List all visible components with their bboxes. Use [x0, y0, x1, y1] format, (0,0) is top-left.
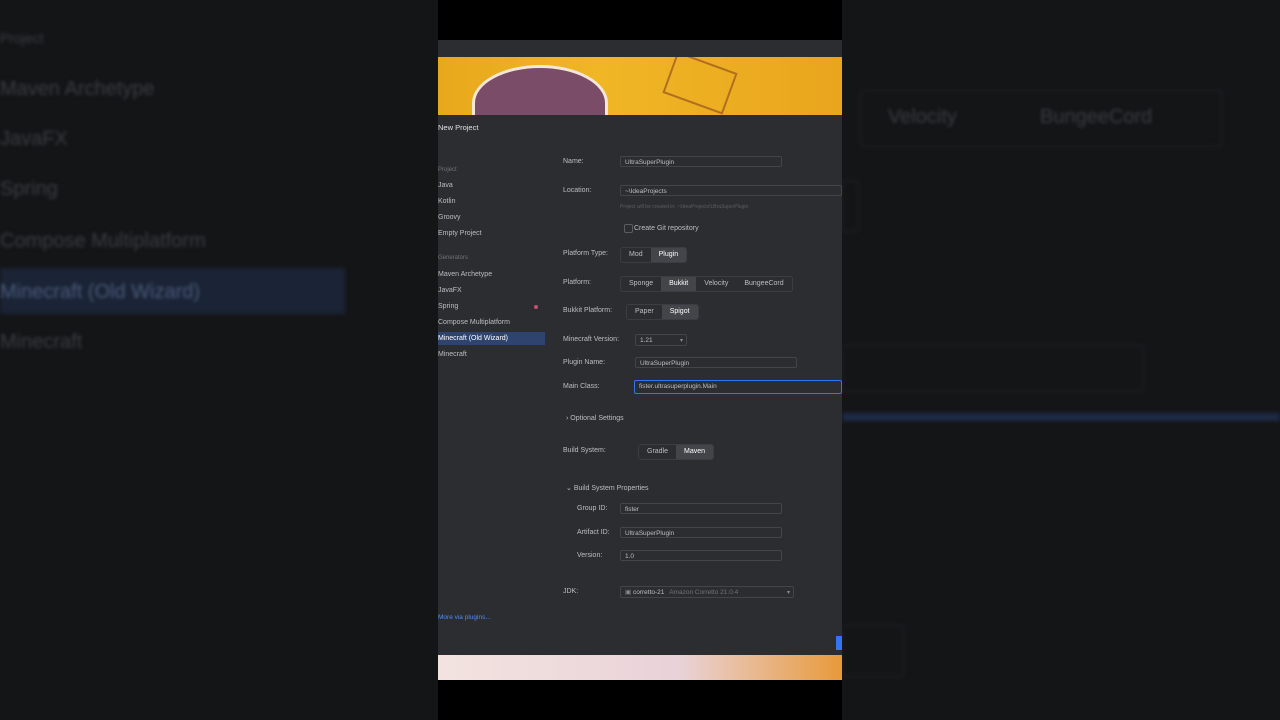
platform-velocity[interactable]: Velocity — [696, 277, 736, 291]
bg-focus-highlight — [842, 413, 1280, 421]
build-props-toggle[interactable]: ⌄ Build System Properties — [566, 484, 649, 492]
platform-toggle: Sponge Bukkit Velocity BungeeCord — [620, 276, 793, 292]
video-overlay-image — [438, 57, 842, 115]
bukkit-platform-paper[interactable]: Paper — [627, 305, 662, 319]
build-props-label: Build System Properties — [573, 485, 649, 492]
sidebar-item-kotlin[interactable]: Kotlin — [438, 195, 545, 208]
artifact-id-label: Artifact ID: — [577, 529, 610, 536]
main-class-field[interactable]: fister.ultrasuperplugin.Main — [634, 380, 842, 394]
chevron-right-icon: › — [566, 415, 569, 422]
name-label: Name: — [563, 158, 584, 165]
build-system-label: Build System: — [563, 447, 606, 454]
sidebar-item-spring[interactable]: Spring — [438, 300, 545, 313]
dialog-title: New Project — [438, 123, 479, 132]
build-system-toggle: Gradle Maven — [638, 444, 715, 460]
bukkit-platform-label: Bukkit Platform: — [563, 307, 613, 314]
bg-item: Compose Multiplatform — [0, 230, 206, 252]
build-system-gradle[interactable]: Gradle — [639, 445, 676, 459]
jdk-detail: Amazon Corretto 21.0.4 — [669, 589, 739, 596]
platform-type-mod[interactable]: Mod — [621, 248, 651, 262]
new-badge-icon — [534, 305, 538, 309]
optional-settings-toggle[interactable]: › Optional Settings — [566, 415, 624, 422]
create-button-edge[interactable] — [836, 636, 842, 650]
group-id-label: Group ID: — [577, 505, 608, 512]
bukkit-platform-toggle: Paper Spigot — [626, 304, 699, 320]
bg-item: Minecraft — [0, 331, 83, 353]
mc-version-select[interactable]: 1.21 ▾ — [635, 334, 687, 346]
new-project-dialog: New Project Project Java Kotlin Groovy E… — [438, 115, 842, 655]
sidebar-item-minecraft-old-wizard[interactable]: Minecraft (Old Wizard) — [438, 332, 545, 345]
jdk-label: JDK: — [563, 588, 579, 595]
platform-type-toggle: Mod Plugin — [620, 247, 688, 263]
plugin-name-label: Plugin Name: — [563, 359, 606, 366]
group-id-field[interactable]: fister — [620, 503, 782, 514]
platform-bungeecord[interactable]: BungeeCord — [736, 277, 791, 291]
location-hint: Project will be created in: ~\IdeaProjec… — [620, 204, 749, 210]
sidebar-item-compose-multiplatform[interactable]: Compose Multiplatform — [438, 316, 545, 329]
sidebar-item-java[interactable]: Java — [438, 179, 545, 192]
build-system-maven[interactable]: Maven — [676, 445, 714, 459]
main-class-label: Main Class: — [563, 383, 600, 390]
sidebar-item-groovy[interactable]: Groovy — [438, 211, 545, 224]
bg-item: JavaFX — [0, 128, 68, 150]
optional-settings-label: Optional Settings — [570, 415, 624, 422]
sidebar-section-generators: Generators — [438, 255, 469, 261]
taskbar — [438, 40, 842, 94]
bukkit-platform-spigot[interactable]: Spigot — [661, 305, 698, 319]
sidebar-item-maven-archetype[interactable]: Maven Archetype — [438, 268, 545, 281]
name-field[interactable]: UltraSuperPlugin — [620, 156, 782, 167]
chevron-down-icon: ▾ — [679, 338, 683, 344]
plugin-name-field[interactable]: UltraSuperPlugin — [635, 357, 797, 368]
sidebar-item-javafx[interactable]: JavaFX — [438, 284, 545, 297]
sidebar-item-empty-project[interactable]: Empty Project — [438, 227, 545, 240]
git-label: Create Git repository — [634, 225, 699, 232]
sidebar-item-minecraft[interactable]: Minecraft — [438, 348, 545, 361]
more-plugins-link[interactable]: More via plugins... — [438, 614, 491, 621]
platform-type-label: Platform Type: — [563, 250, 609, 257]
chevron-down-icon: ⌄ — [566, 485, 572, 492]
video-overlay-bottom — [438, 655, 842, 680]
jdk-icon: ▣ — [625, 589, 632, 596]
version-label: Version: — [577, 552, 603, 559]
sidebar-section-project: Project — [438, 167, 457, 173]
platform-type-plugin[interactable]: Plugin — [650, 248, 687, 262]
platform-sponge[interactable]: Sponge — [621, 277, 661, 291]
location-label: Location: — [563, 187, 592, 194]
platform-label: Platform: — [563, 279, 592, 286]
bg-item: Maven Archetype — [0, 78, 155, 100]
artifact-id-field[interactable]: UltraSuperPlugin — [620, 527, 782, 538]
version-field[interactable]: 1.0 — [620, 550, 782, 561]
chevron-down-icon: ▾ — [786, 590, 790, 596]
phone-frame: New Project Project Java Kotlin Groovy E… — [438, 0, 842, 720]
git-checkbox[interactable] — [624, 224, 633, 233]
mc-version-label: Minecraft Version: — [563, 336, 620, 343]
jdk-select[interactable]: ▣ corretto-21 Amazon Corretto 21.0.4 ▾ — [620, 586, 794, 598]
platform-bukkit[interactable]: Bukkit — [661, 277, 697, 291]
bg-item: Minecraft (Old Wizard) — [0, 281, 201, 303]
mc-version-value: 1.21 — [640, 337, 653, 344]
jdk-value: corretto-21 — [632, 589, 665, 596]
location-field[interactable]: ~\IdeaProjects — [620, 185, 842, 196]
bg-item: Spring — [0, 178, 58, 200]
